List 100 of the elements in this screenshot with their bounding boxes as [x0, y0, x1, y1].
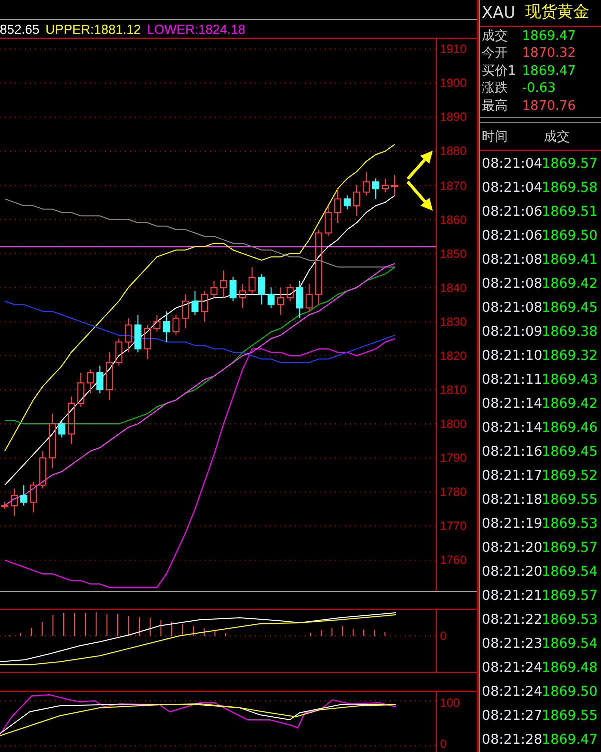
candle — [134, 314, 142, 353]
tick-price: 1869.38 — [542, 324, 598, 340]
tick-price: 1869.53 — [542, 612, 598, 628]
tick-time: 08:21:18 — [481, 492, 542, 508]
quote-value: 1870.32 — [522, 45, 578, 63]
candle — [106, 352, 114, 401]
candle — [144, 324, 152, 360]
candle — [201, 290, 208, 322]
price-axis-label: 1770 — [440, 519, 467, 534]
tick-time: 08:21:11 — [481, 372, 542, 388]
candle — [40, 450, 47, 490]
price-axis-label: 1830 — [440, 314, 467, 329]
candle — [182, 294, 190, 330]
tick-time: 08:21:06 — [481, 204, 542, 220]
tick-time: 08:21:16 — [481, 444, 542, 460]
candle — [334, 188, 342, 224]
candle — [353, 185, 360, 217]
quote-value: 1870.76 — [522, 98, 578, 116]
candle — [258, 274, 266, 306]
candle — [11, 488, 18, 517]
quote-label: 最高 — [482, 98, 509, 116]
candle — [116, 338, 123, 367]
price-axis-label: 1870 — [440, 178, 467, 193]
instrument-name: 现货黄金 — [526, 2, 590, 24]
candle — [392, 174, 398, 196]
macd-axis-label: 0 — [440, 629, 447, 643]
price-axis-label: 1900 — [440, 76, 467, 90]
tick-price: 1869.54 — [542, 636, 598, 652]
tick-price: 1869.58 — [542, 180, 598, 196]
quote-value: 1869.47 — [522, 28, 578, 46]
tick-time: 08:21:09 — [481, 324, 542, 340]
tick-price: 1869.54 — [542, 564, 598, 580]
tick-price: 1869.42 — [542, 276, 598, 292]
candle — [68, 396, 76, 445]
tick-time: 08:21:28 — [481, 732, 542, 748]
tick-time: 08:21:04 — [481, 156, 542, 172]
candle — [239, 284, 246, 309]
candle — [192, 290, 199, 316]
candle — [362, 171, 370, 196]
tick-price: 1869.43 — [542, 372, 598, 388]
candle — [210, 280, 218, 298]
tick-price: 1869.55 — [542, 708, 598, 724]
tick-time: 08:21:19 — [481, 516, 542, 532]
candle — [87, 369, 94, 394]
tick-price: 1869.46 — [542, 420, 598, 436]
candle — [296, 280, 304, 319]
price-axis-label: 1790 — [440, 451, 467, 466]
tick-time: 08:21:20 — [481, 564, 542, 580]
candle — [20, 484, 28, 506]
tick-price: 1869.57 — [542, 588, 598, 604]
quote-label: 成交 — [482, 28, 509, 46]
tick-price: 1869.57 — [542, 156, 598, 172]
price-axis-label: 1780 — [440, 485, 467, 500]
tick-price: 1869.42 — [542, 396, 598, 412]
candle — [372, 178, 380, 200]
price-axis-label: 1860 — [440, 212, 467, 227]
tick-time: 08:21:27 — [481, 708, 542, 724]
tick-time: 08:21:24 — [481, 660, 542, 676]
candle — [96, 366, 104, 394]
indicator-value: UPPER:1881.12 — [46, 22, 142, 36]
tick-price: 1869.50 — [542, 228, 598, 244]
tick-time: 08:21:17 — [481, 468, 542, 484]
indicator-value: 852.65 — [0, 22, 40, 36]
tick-price: 1869.47 — [542, 732, 598, 748]
quote-label: 涨跌 — [482, 80, 509, 98]
tick-time: 08:21:22 — [481, 612, 542, 628]
tick-price: 1869.41 — [542, 252, 598, 268]
annotation-arrows-drawing — [406, 151, 433, 211]
tick-price: 1869.52 — [542, 468, 598, 484]
tick-price: 1869.32 — [542, 348, 598, 364]
tick-time: 08:21:08 — [481, 252, 542, 268]
tick-time: 08:21:10 — [481, 348, 542, 364]
column-header: 时间 — [481, 128, 509, 146]
quote-label: 今开 — [482, 45, 509, 63]
price-axis-label: 1840 — [440, 280, 467, 295]
tick-price: 1869.53 — [542, 516, 598, 532]
candle — [268, 287, 275, 309]
tick-time: 08:21:20 — [481, 540, 542, 556]
tick-time: 08:21:04 — [481, 180, 542, 196]
candle — [49, 413, 56, 469]
kdj-axis-label: 100 — [440, 696, 460, 710]
candle — [277, 287, 284, 316]
candle — [30, 481, 38, 514]
kdj-axis-label: 0 — [440, 737, 447, 751]
price-axis-label: 1800 — [440, 417, 467, 432]
candle — [163, 311, 170, 343]
tick-price: 1869.55 — [542, 492, 598, 508]
tick-price: 1869.45 — [542, 300, 598, 316]
tick-time: 08:21:14 — [481, 396, 542, 412]
price-axis-label: 1820 — [440, 348, 467, 363]
candle — [306, 284, 313, 312]
tick-time: 08:21:21 — [481, 588, 542, 604]
candle — [286, 284, 294, 302]
price-axis-label: 1890 — [440, 110, 467, 124]
tick-time: 08:21:14 — [481, 420, 542, 436]
tick-time: 08:21:06 — [481, 228, 542, 244]
quote-label: 买价1 — [482, 62, 516, 80]
indicator-value: LOWER:1824.18 — [147, 22, 246, 36]
tick-time: 08:21:08 — [481, 276, 542, 292]
tick-time: 08:21:23 — [481, 636, 542, 652]
